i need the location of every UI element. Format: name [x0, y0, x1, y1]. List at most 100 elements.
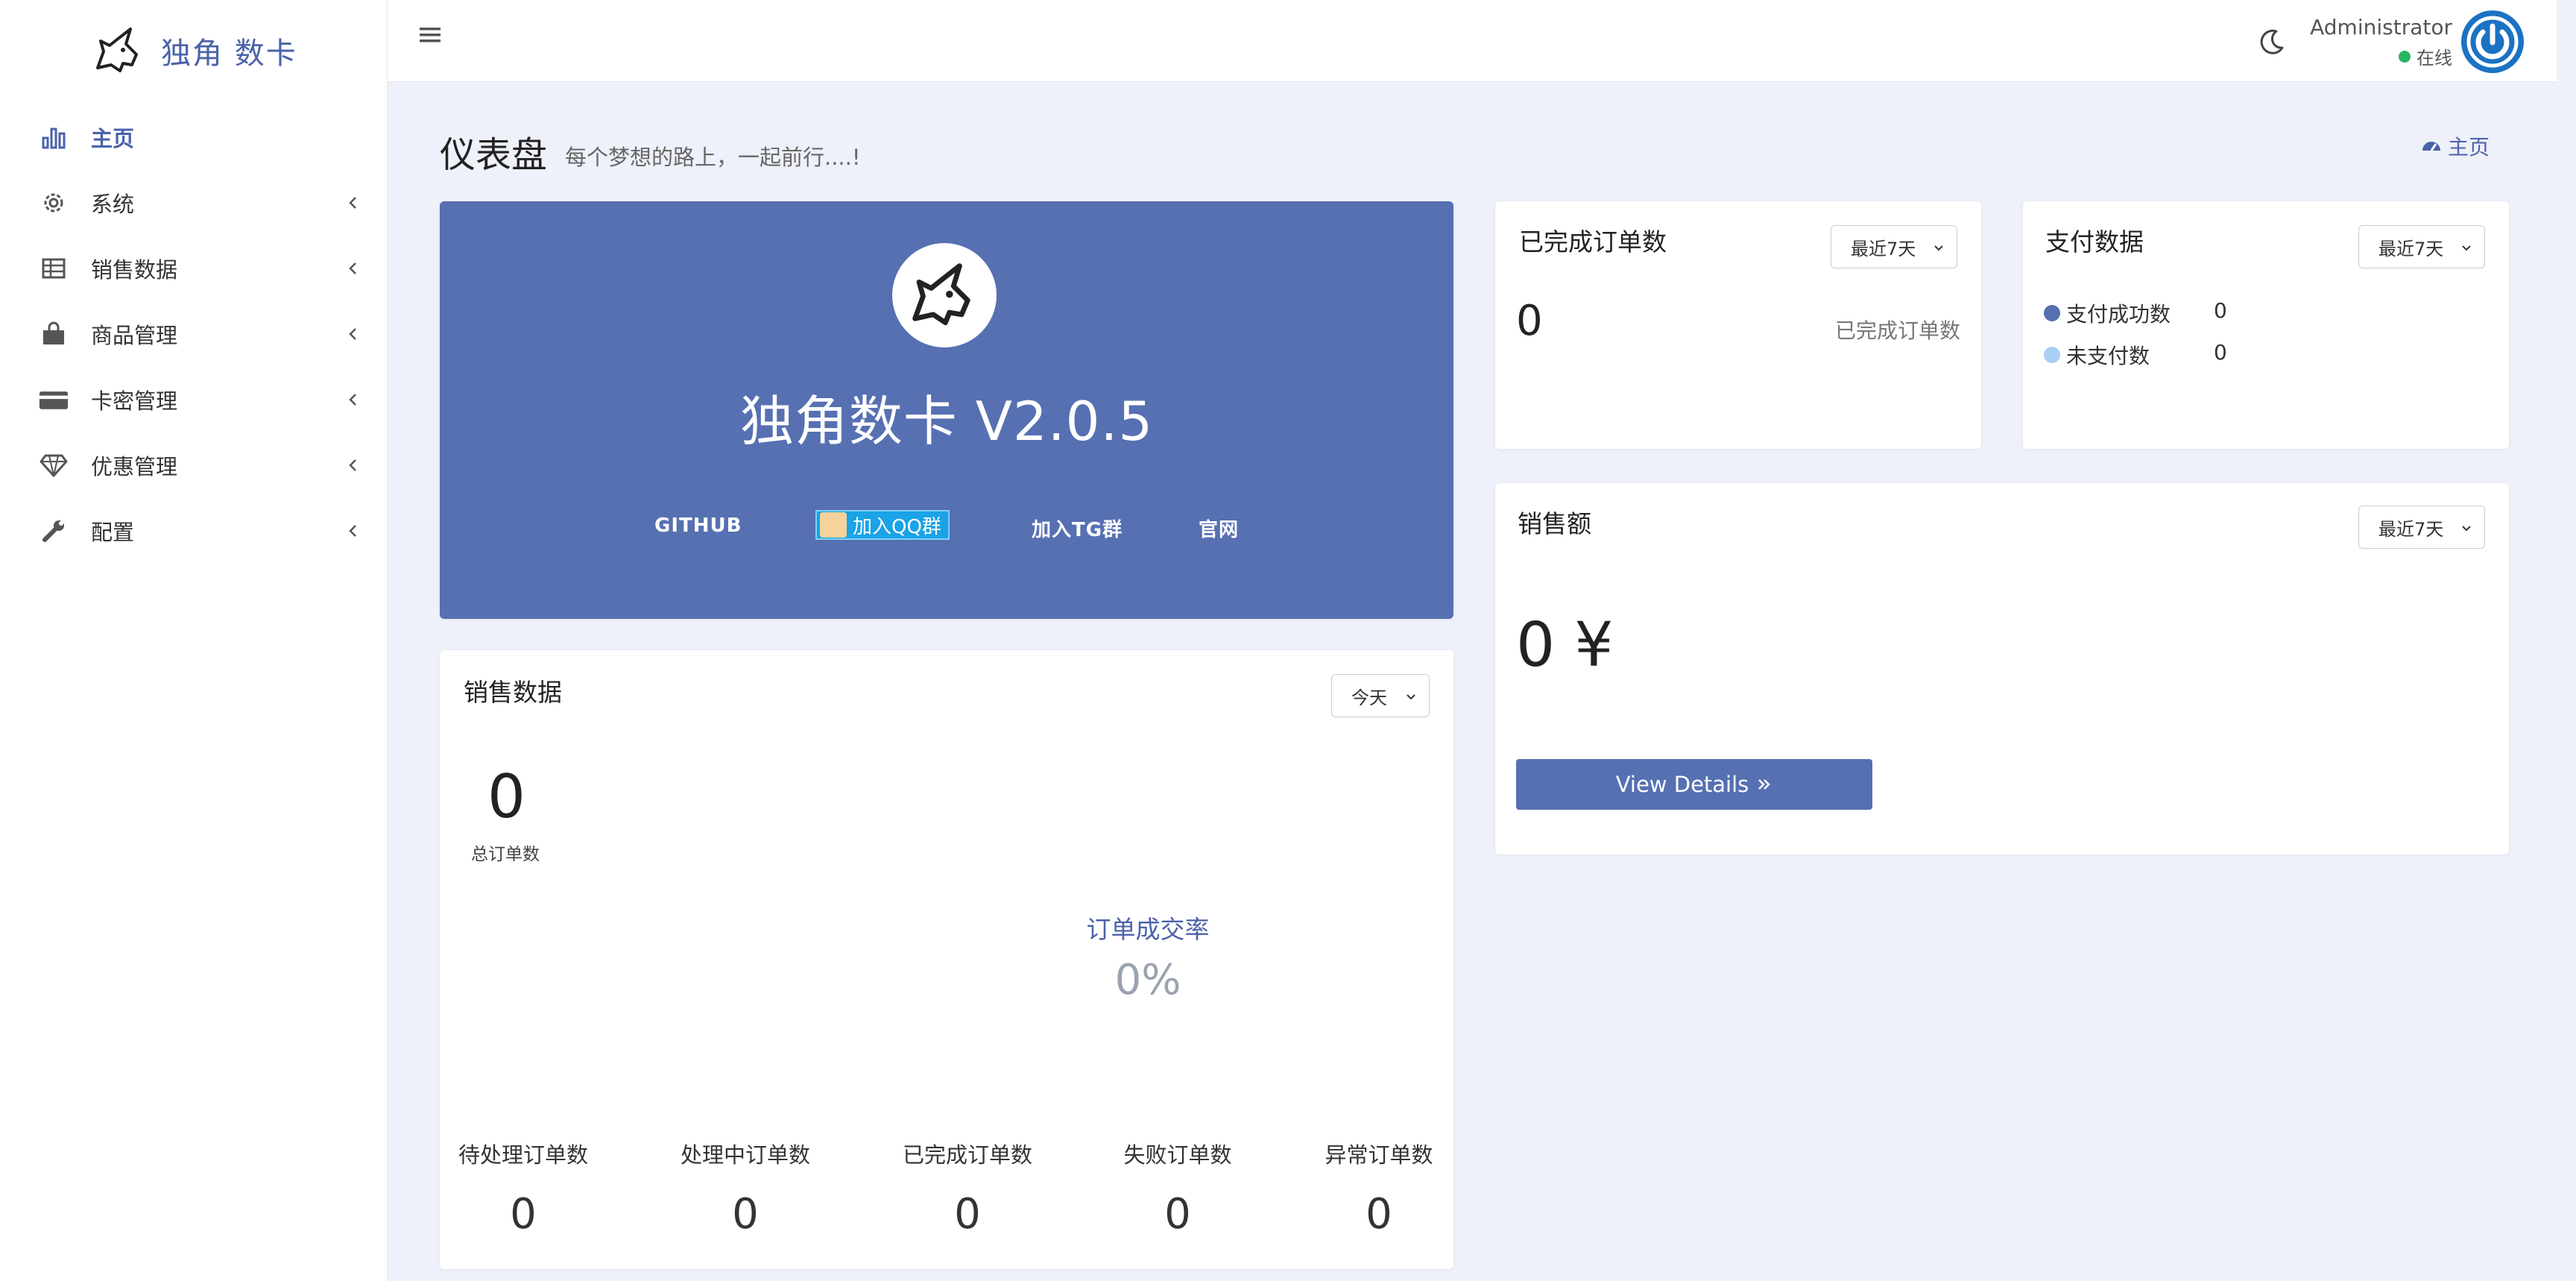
chevron-left-icon: [343, 389, 364, 410]
qq-group-icon: [820, 512, 847, 538]
completed-orders-value: 0: [954, 1190, 981, 1238]
dashboard-icon: [2422, 142, 2440, 151]
join-qq-group-button[interactable]: 加入QQ群: [815, 510, 950, 540]
sidebar-nav: 主页 系统 销售数据 商品管理 卡密管理 优惠管理 配置: [0, 104, 388, 564]
credit-card-icon: [39, 385, 69, 415]
completed-orders-label: 已完成订单数: [902, 1142, 1033, 1168]
total-orders-label: 总订单数: [471, 845, 540, 864]
online-dot-icon: [2399, 50, 2411, 63]
revenue-card: 销售额 最近7天 0 ¥ View Details: [1495, 483, 2509, 854]
payment-data-card: 支付数据 最近7天 支付成功数 0 未支付数 0: [2023, 201, 2509, 449]
completed-period-value: 最近7天: [1851, 238, 1916, 259]
sidebar-item-coupons[interactable]: 优惠管理: [0, 432, 388, 498]
breadcrumb[interactable]: 主页: [2421, 131, 2490, 161]
wrench-icon: [39, 516, 69, 546]
sidebar-item-label: 系统: [91, 192, 135, 217]
join-tg-group-link[interactable]: 加入TG群: [1032, 514, 1123, 542]
sidebar-item-products[interactable]: 商品管理: [0, 301, 388, 367]
sidebar-item-config[interactable]: 配置: [0, 498, 388, 564]
page-subtitle: 每个梦想的路上，一起前行....!: [565, 145, 861, 170]
github-link[interactable]: GITHUB: [654, 514, 742, 537]
legend-dot-icon: [2044, 305, 2060, 321]
breadcrumb-label: 主页: [2448, 135, 2490, 160]
legend-label: 未支付数: [2066, 344, 2150, 368]
user-name[interactable]: Administrator: [2310, 15, 2452, 40]
sidebar-item-system[interactable]: 系统: [0, 170, 388, 236]
gear-icon: [39, 188, 69, 218]
paid-count-value: 0: [2214, 298, 2227, 323]
chevron-down-icon: [2459, 239, 2474, 254]
sidebar-item-label: 配置: [91, 520, 135, 545]
legend-item-unpaid: 未支付数: [2044, 340, 2150, 370]
revenue-value: 0 ¥: [1516, 610, 1614, 681]
revenue-period-value: 最近7天: [2378, 518, 2444, 540]
chevron-left-icon: [343, 455, 364, 476]
chevron-down-icon: [2459, 520, 2474, 535]
sidebar-item-sales-data[interactable]: 销售数据: [0, 236, 388, 301]
sidebar-item-cards[interactable]: 卡密管理: [0, 367, 388, 432]
page-title: 仪表盘: [440, 134, 548, 176]
legend-label: 支付成功数: [2066, 302, 2171, 327]
sales-period-value: 今天: [1351, 687, 1387, 708]
sidebar-item-label: 优惠管理: [91, 454, 178, 479]
abnormal-orders-value: 0: [1366, 1190, 1392, 1238]
abnormal-orders-label: 异常订单数: [1325, 1142, 1433, 1168]
chevron-left-icon: [343, 258, 364, 279]
completed-orders-label: 已完成订单数: [1834, 318, 1960, 343]
failed-orders-value: 0: [1164, 1190, 1191, 1238]
official-site-link[interactable]: 官网: [1199, 514, 1239, 542]
join-qq-group-label: 加入QQ群: [853, 515, 941, 538]
payment-period-select[interactable]: 最近7天: [2358, 225, 2485, 268]
completed-orders-card: 已完成订单数 最近7天 0 已完成订单数: [1495, 201, 1981, 449]
processing-orders-label: 处理中订单数: [680, 1142, 811, 1168]
payment-data-title: 支付数据: [2045, 227, 2144, 256]
unicorn-logo-icon: [89, 21, 149, 81]
conversion-rate-label: 订单成交率: [1086, 915, 1210, 944]
sales-data-card: 销售数据 今天 0 总订单数 订单成交率 0% 待处理订单数 0 处理中订单数 …: [440, 650, 1453, 1269]
brand[interactable]: 独角 数卡: [89, 21, 297, 81]
completed-orders-value: 0: [1516, 297, 1543, 345]
chevron-left-icon: [343, 324, 364, 344]
unpaid-count-value: 0: [2214, 340, 2227, 365]
user-status-label: 在线: [2416, 48, 2452, 69]
sidebar: 独角 数卡 主页 系统 销售数据 商品管理 卡密管理 优惠管理 配置: [0, 0, 388, 1281]
sidebar-item-home[interactable]: 主页: [0, 104, 388, 170]
double-chevron-right-icon: [1758, 779, 1771, 790]
chevron-down-icon: [1931, 239, 1946, 254]
view-details-button[interactable]: View Details: [1516, 759, 1872, 810]
table-icon: [39, 254, 69, 283]
shopping-bag-icon: [39, 319, 69, 349]
sales-period-select[interactable]: 今天: [1331, 674, 1430, 717]
payment-period-value: 最近7天: [2378, 238, 2444, 259]
bar-chart-icon: [39, 122, 69, 152]
legend-dot-icon: [2044, 347, 2060, 363]
processing-orders-value: 0: [732, 1190, 759, 1238]
legend-item-paid: 支付成功数: [2044, 298, 2171, 328]
pending-orders-value: 0: [510, 1190, 537, 1238]
hero-banner: 独角数卡 V2.0.5 GITHUB 加入QQ群 加入TG群 官网: [440, 201, 1453, 619]
chevron-left-icon: [343, 192, 364, 213]
unicorn-logo-icon: [892, 243, 997, 347]
diamond-icon: [39, 450, 69, 480]
chevron-left-icon: [343, 520, 364, 541]
pending-orders-label: 待处理订单数: [458, 1142, 589, 1168]
total-orders-value: 0: [487, 762, 525, 831]
completed-period-select[interactable]: 最近7天: [1831, 225, 1957, 268]
sidebar-item-label: 主页: [91, 126, 135, 151]
revenue-period-select[interactable]: 最近7天: [2358, 506, 2485, 549]
dark-mode-toggle-icon[interactable]: [2257, 27, 2290, 60]
conversion-rate-value: 0%: [1114, 956, 1181, 1004]
avatar[interactable]: [2461, 10, 2524, 73]
view-details-label: View Details: [1615, 772, 1749, 797]
sidebar-item-label: 销售数据: [91, 257, 178, 283]
failed-orders-label: 失败订单数: [1123, 1142, 1232, 1168]
topbar: Administrator 在线: [388, 0, 2557, 82]
menu-toggle-icon[interactable]: [417, 22, 447, 52]
brand-name: 独角 数卡: [161, 37, 297, 71]
user-status: 在线: [2399, 43, 2452, 69]
hero-title: 独角数卡 V2.0.5: [739, 390, 1154, 453]
sidebar-item-label: 卡密管理: [91, 388, 178, 414]
sales-data-title: 销售数据: [464, 678, 562, 707]
completed-orders-title: 已完成订单数: [1519, 227, 1667, 256]
revenue-title: 销售额: [1518, 509, 1591, 538]
